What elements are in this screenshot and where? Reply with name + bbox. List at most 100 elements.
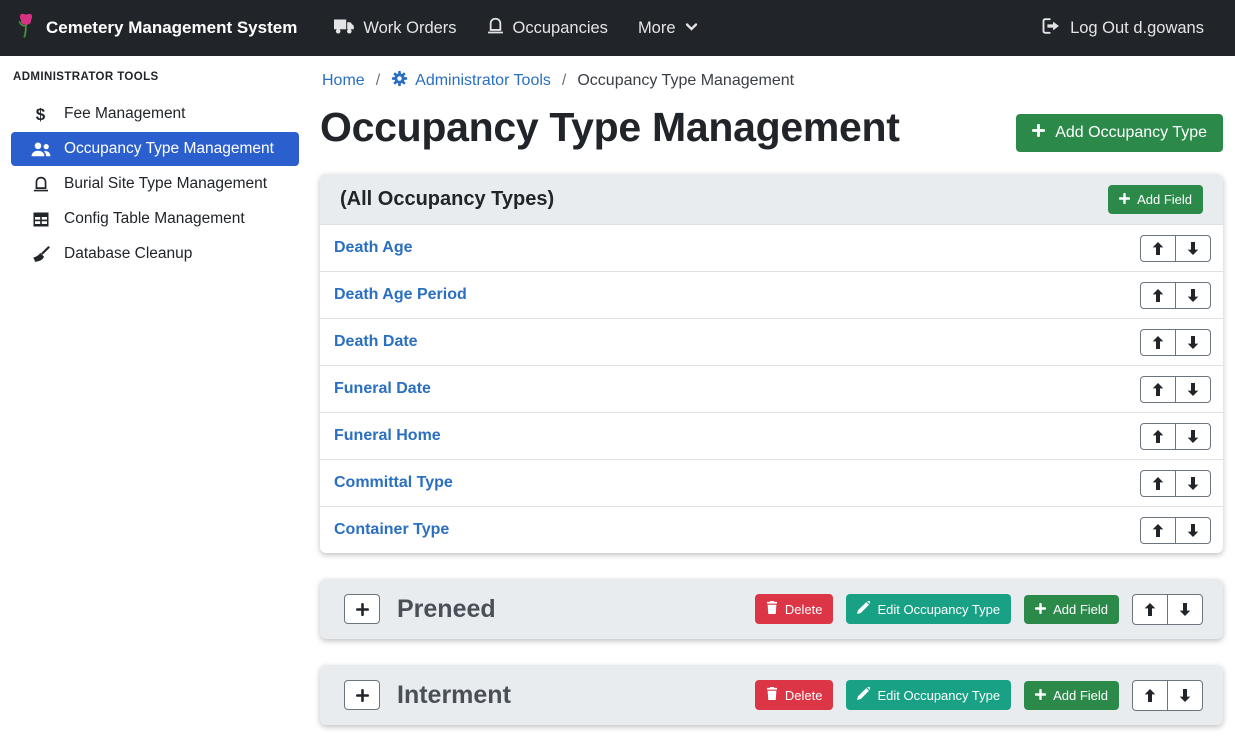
- delete-label: Delete: [785, 688, 823, 703]
- reorder-buttons: [1140, 470, 1211, 497]
- field-row: Funeral Home: [320, 412, 1223, 459]
- reorder-buttons: [1140, 376, 1211, 403]
- breadcrumb-current: Occupancy Type Management: [577, 72, 794, 90]
- chevron-down-icon: [685, 19, 698, 38]
- occupancy-type-section-interment: Interment Delete Edit Occupancy Type Add…: [320, 665, 1223, 725]
- field-link[interactable]: Funeral Date: [334, 380, 431, 398]
- field-link[interactable]: Death Age: [334, 239, 413, 257]
- move-down-button[interactable]: [1175, 470, 1211, 497]
- move-up-button[interactable]: [1132, 594, 1168, 625]
- section-title: Interment: [397, 681, 511, 710]
- logout-button[interactable]: Log Out d.gowans: [1027, 10, 1219, 47]
- field-link[interactable]: Death Age Period: [334, 286, 467, 304]
- move-up-button[interactable]: [1140, 470, 1176, 497]
- breadcrumb-admin-tools-label: Administrator Tools: [415, 72, 551, 90]
- edit-occupancy-type-button[interactable]: Edit Occupancy Type: [846, 680, 1011, 710]
- app-brand-label: Cemetery Management System: [46, 18, 297, 38]
- app-brand[interactable]: Cemetery Management System: [16, 12, 297, 44]
- field-row: Death Date: [320, 318, 1223, 365]
- add-field-label: Add Field: [1053, 688, 1108, 703]
- all-occupancy-types-header: (All Occupancy Types) Add Field: [320, 174, 1223, 224]
- headstone-icon: [487, 17, 504, 39]
- page-title: Occupancy Type Management: [320, 104, 900, 151]
- pencil-icon: [857, 601, 870, 617]
- move-down-button[interactable]: [1167, 594, 1203, 625]
- move-up-button[interactable]: [1140, 235, 1176, 262]
- sidebar-item-config-table-management[interactable]: Config Table Management: [11, 202, 299, 236]
- move-down-button[interactable]: [1175, 282, 1211, 309]
- reorder-buttons: [1132, 680, 1203, 711]
- move-down-button[interactable]: [1175, 517, 1211, 544]
- all-occupancy-types-title: (All Occupancy Types): [340, 188, 554, 211]
- field-link[interactable]: Funeral Home: [334, 427, 441, 445]
- all-occupancy-types-card: (All Occupancy Types) Add Field Death Ag…: [320, 174, 1223, 553]
- add-field-button[interactable]: Add Field: [1108, 185, 1203, 214]
- add-occupancy-type-label: Add Occupancy Type: [1055, 124, 1207, 142]
- nav-more-label: More: [638, 19, 676, 38]
- move-up-button[interactable]: [1140, 517, 1176, 544]
- reorder-buttons: [1140, 329, 1211, 356]
- plus-icon: [1119, 192, 1130, 207]
- sidebar-item-database-cleanup[interactable]: Database Cleanup: [11, 237, 299, 271]
- sidebar: ADMINISTRATOR TOOLS $ Fee Management Occ…: [0, 56, 310, 738]
- field-link[interactable]: Death Date: [334, 333, 418, 351]
- reorder-buttons: [1132, 594, 1203, 625]
- move-up-button[interactable]: [1140, 376, 1176, 403]
- breadcrumb-admin-tools-link[interactable]: Administrator Tools: [391, 70, 551, 92]
- logout-icon: [1042, 18, 1061, 39]
- add-field-button[interactable]: Add Field: [1024, 595, 1119, 624]
- nav-occupancies-label: Occupancies: [513, 19, 608, 38]
- add-field-label: Add Field: [1137, 192, 1192, 207]
- move-up-button[interactable]: [1132, 680, 1168, 711]
- add-field-label: Add Field: [1053, 602, 1108, 617]
- sidebar-item-occupancy-type-management[interactable]: Occupancy Type Management: [11, 132, 299, 166]
- section-actions: Delete Edit Occupancy Type Add Field: [755, 594, 1203, 625]
- move-up-button[interactable]: [1140, 282, 1176, 309]
- table-icon: [30, 212, 51, 227]
- sidebar-item-label: Database Cleanup: [64, 245, 192, 263]
- plus-icon: [1035, 602, 1046, 617]
- users-icon: [30, 142, 51, 157]
- field-link[interactable]: Container Type: [334, 521, 449, 539]
- breadcrumb-home-link[interactable]: Home: [322, 72, 365, 90]
- field-row: Death Age Period: [320, 271, 1223, 318]
- move-down-button[interactable]: [1167, 680, 1203, 711]
- gear-icon: [391, 70, 408, 92]
- move-down-button[interactable]: [1175, 235, 1211, 262]
- move-up-button[interactable]: [1140, 329, 1176, 356]
- delete-button[interactable]: Delete: [755, 594, 834, 624]
- sidebar-item-burial-site-type-management[interactable]: Burial Site Type Management: [11, 167, 299, 201]
- nav-work-orders[interactable]: Work Orders: [319, 10, 471, 47]
- logout-label: Log Out d.gowans: [1070, 19, 1204, 38]
- edit-occupancy-type-button[interactable]: Edit Occupancy Type: [846, 594, 1011, 624]
- edit-occupancy-type-label: Edit Occupancy Type: [877, 688, 1000, 703]
- expand-section-button[interactable]: [344, 594, 380, 624]
- add-field-button[interactable]: Add Field: [1024, 681, 1119, 710]
- sidebar-item-fee-management[interactable]: $ Fee Management: [11, 97, 299, 131]
- broom-icon: [30, 246, 51, 263]
- section-actions: Delete Edit Occupancy Type Add Field: [755, 680, 1203, 711]
- delete-button[interactable]: Delete: [755, 680, 834, 710]
- plus-icon: [1032, 124, 1045, 142]
- move-down-button[interactable]: [1175, 329, 1211, 356]
- nav-more[interactable]: More: [623, 11, 713, 46]
- page: Cemetery Management System Work Orders O…: [0, 0, 1235, 738]
- add-occupancy-type-button[interactable]: Add Occupancy Type: [1016, 114, 1223, 152]
- headstone-icon: [30, 176, 51, 192]
- nav-work-orders-label: Work Orders: [363, 19, 456, 38]
- trash-icon: [766, 687, 778, 703]
- delete-label: Delete: [785, 602, 823, 617]
- nav-occupancies[interactable]: Occupancies: [472, 9, 623, 47]
- field-row: Committal Type: [320, 459, 1223, 506]
- field-link[interactable]: Committal Type: [334, 474, 453, 492]
- move-down-button[interactable]: [1175, 376, 1211, 403]
- reorder-buttons: [1140, 235, 1211, 262]
- dollar-icon: $: [30, 106, 51, 123]
- sidebar-item-label: Fee Management: [64, 105, 186, 123]
- field-row: Death Age: [320, 224, 1223, 271]
- move-up-button[interactable]: [1140, 423, 1176, 450]
- breadcrumb-separator: /: [376, 72, 380, 90]
- move-down-button[interactable]: [1175, 423, 1211, 450]
- expand-section-button[interactable]: [344, 680, 380, 710]
- title-row: Occupancy Type Management Add Occupancy …: [320, 104, 1223, 152]
